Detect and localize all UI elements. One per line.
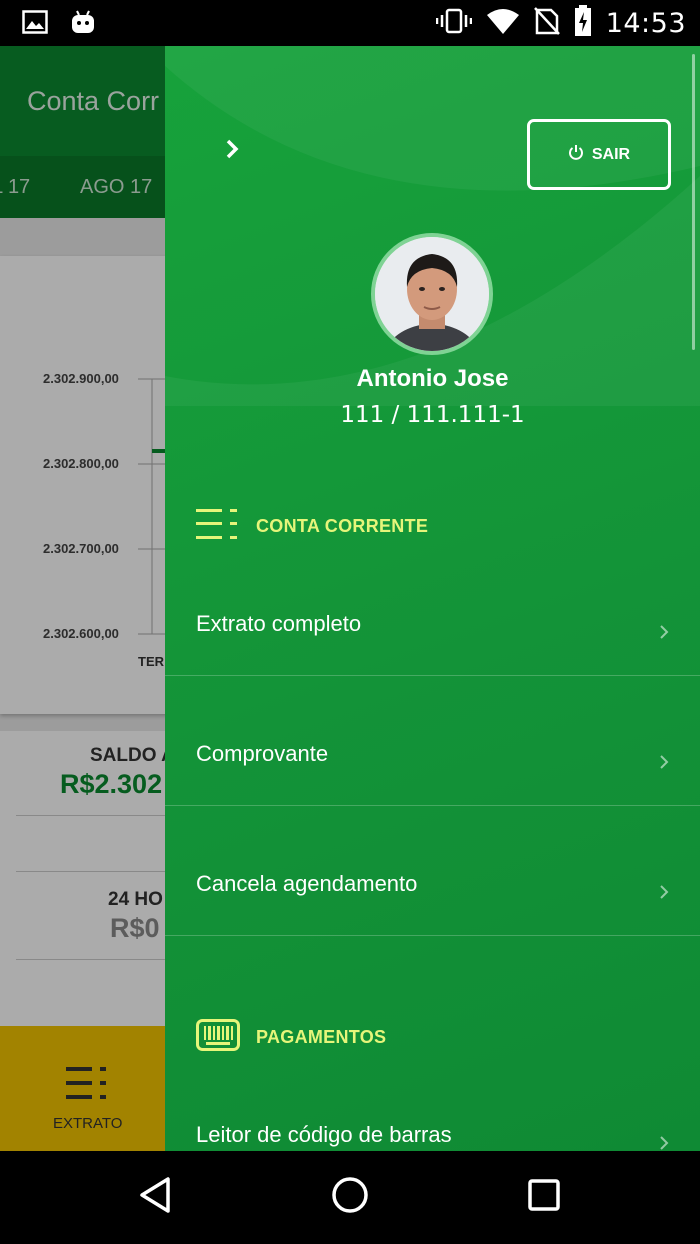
menu-item-cancela-agendamento[interactable]: Cancela agendamento bbox=[165, 806, 700, 936]
status-time: 14:53 bbox=[605, 7, 686, 39]
menu-item-label: Comprovante bbox=[196, 741, 329, 766]
list-icon bbox=[196, 508, 240, 545]
menu-item-comprovante[interactable]: Comprovante bbox=[165, 676, 700, 806]
home-icon bbox=[331, 1176, 369, 1219]
nav-back-button[interactable] bbox=[133, 1175, 177, 1219]
logout-button[interactable]: SAIR bbox=[527, 119, 671, 190]
user-account: 111 / 111.111-1 bbox=[340, 402, 525, 428]
section-title: CONTA CORRENTE bbox=[256, 516, 429, 536]
chevron-right-icon bbox=[657, 883, 671, 901]
section-title: PAGAMENTOS bbox=[256, 1027, 387, 1047]
chevron-right-icon bbox=[224, 138, 240, 165]
no-sim-icon bbox=[533, 6, 560, 40]
nav-recents-button[interactable] bbox=[522, 1175, 566, 1219]
avatar[interactable] bbox=[371, 233, 493, 355]
logout-label: SAIR bbox=[591, 145, 631, 163]
android-icon bbox=[70, 9, 96, 40]
menu-item-label: Leitor de código de barras bbox=[196, 1122, 452, 1147]
close-drawer-button[interactable] bbox=[217, 136, 247, 166]
user-name: Antonio Jose bbox=[356, 365, 509, 392]
vibrate-icon bbox=[435, 8, 472, 39]
chevron-right-icon bbox=[657, 623, 671, 641]
chevron-right-icon bbox=[657, 753, 671, 771]
power-icon bbox=[568, 144, 584, 165]
recents-icon bbox=[527, 1178, 561, 1217]
section-conta-corrente: CONTA CORRENTE bbox=[196, 508, 428, 545]
section-pagamentos: PAGAMENTOS bbox=[196, 1019, 386, 1056]
menu-item-label: Cancela agendamento bbox=[196, 871, 418, 896]
user-photo bbox=[375, 237, 489, 351]
nav-home-button[interactable] bbox=[328, 1175, 372, 1219]
drawer-scrollbar[interactable] bbox=[692, 54, 695, 350]
image-icon bbox=[22, 10, 48, 39]
barcode-icon bbox=[196, 1019, 240, 1056]
battery-charging-icon bbox=[574, 4, 592, 42]
menu-item-leitor-codigo-barras[interactable]: Leitor de código de barras bbox=[165, 1076, 700, 1151]
wifi-icon bbox=[486, 7, 520, 40]
system-nav-bar bbox=[0, 1151, 700, 1244]
menu-divider bbox=[165, 935, 700, 936]
status-bar: 14:53 bbox=[0, 0, 700, 46]
menu-item-label: Extrato completo bbox=[196, 611, 362, 636]
navigation-drawer: SAIR Antonio Jose 111 / 111.111-1 CONTA … bbox=[165, 46, 700, 1151]
back-icon bbox=[138, 1176, 172, 1219]
chevron-right-icon bbox=[657, 1134, 671, 1151]
